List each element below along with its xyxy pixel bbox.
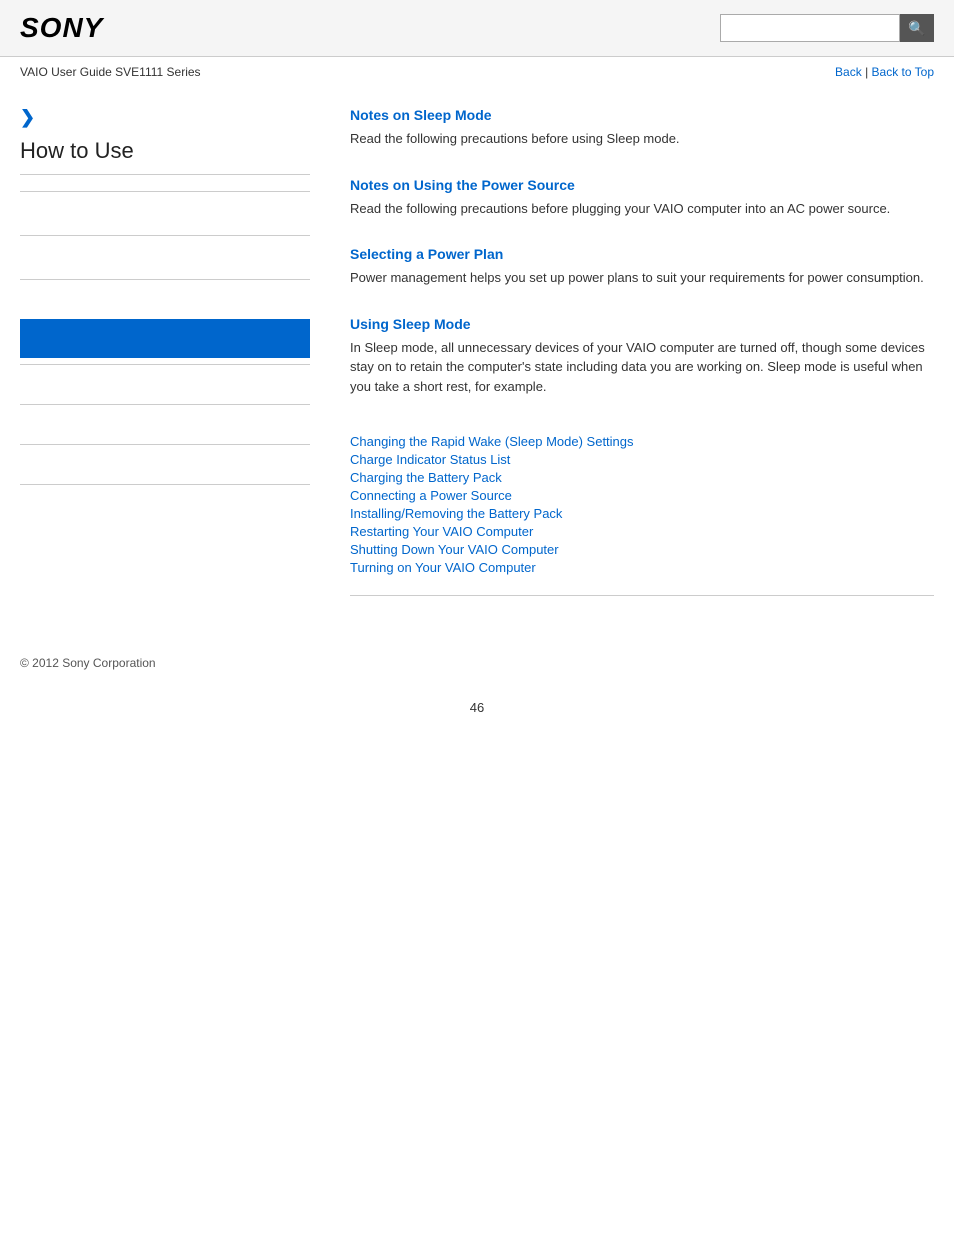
section-power-plan: Selecting a Power Plan Power management … — [350, 246, 934, 288]
search-icon: 🔍 — [908, 20, 925, 37]
footer: © 2012 Sony Corporation — [0, 636, 954, 690]
main-container: ❯ How to Use Notes on Sleep Mode Read th… — [0, 87, 954, 636]
back-link[interactable]: Back — [835, 65, 862, 79]
back-to-top-link[interactable]: Back to Top — [872, 65, 934, 79]
section-sleep-mode: Notes on Sleep Mode Read the following p… — [350, 107, 934, 149]
link-turning-on[interactable]: Turning on Your VAIO Computer — [350, 560, 934, 575]
search-button[interactable]: 🔍 — [900, 14, 934, 42]
section-using-sleep: Using Sleep Mode In Sleep mode, all unne… — [350, 316, 934, 397]
content-divider — [350, 595, 934, 596]
sidebar-item-6[interactable] — [20, 451, 310, 478]
sidebar-item-1[interactable] — [20, 200, 310, 227]
sidebar-divider-3 — [20, 279, 310, 280]
sidebar-divider-6 — [20, 444, 310, 445]
sony-logo: SONY — [20, 12, 103, 44]
sidebar: ❯ How to Use — [20, 107, 330, 616]
search-area: 🔍 — [720, 14, 934, 42]
sidebar-item-active[interactable] — [20, 319, 310, 358]
link-rapid-wake[interactable]: Changing the Rapid Wake (Sleep Mode) Set… — [350, 434, 934, 449]
guide-title: VAIO User Guide SVE1111 Series — [20, 65, 201, 79]
link-charge-indicator[interactable]: Charge Indicator Status List — [350, 452, 934, 467]
sidebar-divider-1 — [20, 191, 310, 192]
links-section: Changing the Rapid Wake (Sleep Mode) Set… — [350, 424, 934, 575]
sidebar-item-3[interactable] — [20, 288, 310, 315]
sidebar-item-2[interactable] — [20, 244, 310, 271]
section-power-plan-text: Power management helps you set up power … — [350, 268, 934, 288]
sidebar-divider-4 — [20, 364, 310, 365]
nav-links: Back | Back to Top — [835, 65, 934, 79]
link-shutting-down[interactable]: Shutting Down Your VAIO Computer — [350, 542, 934, 557]
copyright: © 2012 Sony Corporation — [20, 656, 156, 670]
sidebar-item-7[interactable] — [20, 491, 310, 518]
sidebar-item-5[interactable] — [20, 411, 310, 438]
page-number: 46 — [0, 690, 954, 735]
section-power-source-title[interactable]: Notes on Using the Power Source — [350, 177, 934, 193]
section-sleep-mode-title[interactable]: Notes on Sleep Mode — [350, 107, 934, 123]
sidebar-divider-2 — [20, 235, 310, 236]
sidebar-divider-7 — [20, 484, 310, 485]
section-power-source: Notes on Using the Power Source Read the… — [350, 177, 934, 219]
content-area: Notes on Sleep Mode Read the following p… — [330, 107, 934, 616]
link-connecting-power[interactable]: Connecting a Power Source — [350, 488, 934, 503]
link-charging-battery[interactable]: Charging the Battery Pack — [350, 470, 934, 485]
subheader: VAIO User Guide SVE1111 Series Back | Ba… — [0, 57, 954, 87]
section-using-sleep-title[interactable]: Using Sleep Mode — [350, 316, 934, 332]
section-power-plan-title[interactable]: Selecting a Power Plan — [350, 246, 934, 262]
sidebar-chevron: ❯ — [20, 107, 310, 128]
section-using-sleep-text: In Sleep mode, all unnecessary devices o… — [350, 338, 934, 397]
link-restarting[interactable]: Restarting Your VAIO Computer — [350, 524, 934, 539]
link-installing-battery[interactable]: Installing/Removing the Battery Pack — [350, 506, 934, 521]
header: SONY 🔍 — [0, 0, 954, 57]
sidebar-title: How to Use — [20, 138, 310, 175]
sidebar-item-4[interactable] — [20, 371, 310, 398]
sidebar-divider-5 — [20, 404, 310, 405]
search-input[interactable] — [720, 14, 900, 42]
section-power-source-text: Read the following precautions before pl… — [350, 199, 934, 219]
section-sleep-mode-text: Read the following precautions before us… — [350, 129, 934, 149]
